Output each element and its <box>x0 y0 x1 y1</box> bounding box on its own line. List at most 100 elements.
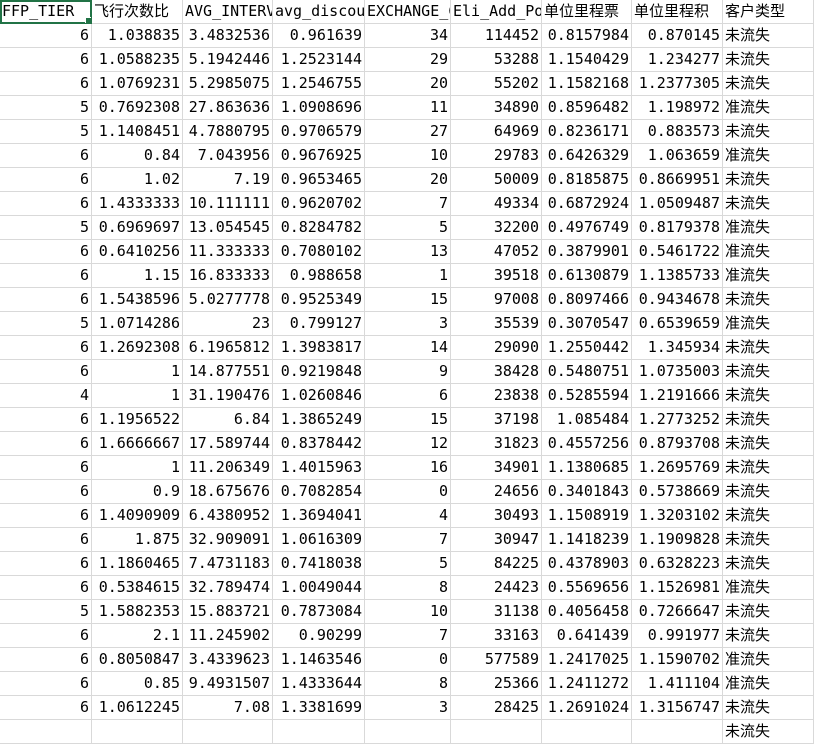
table-cell[interactable]: 0.6410256 <box>92 240 183 264</box>
table-cell[interactable]: 0.5738669 <box>632 480 723 504</box>
table-cell[interactable]: 0.8669951 <box>632 168 723 192</box>
table-cell[interactable]: 1.0908696 <box>273 96 365 120</box>
table-cell[interactable]: 未流失 <box>723 384 814 408</box>
table-cell[interactable]: 0.3879901 <box>542 240 632 264</box>
table-cell[interactable]: 53288 <box>451 48 542 72</box>
table-cell[interactable]: 1.3156747 <box>632 696 723 720</box>
table-cell[interactable]: 3.4832536 <box>183 24 273 48</box>
table-cell[interactable]: 34901 <box>451 456 542 480</box>
table-cell[interactable]: 6 <box>0 456 92 480</box>
table-cell[interactable]: 9.4931507 <box>183 672 273 696</box>
table-cell[interactable]: 6 <box>0 624 92 648</box>
table-cell[interactable]: 4 <box>0 384 92 408</box>
table-cell[interactable]: 1.0588235 <box>92 48 183 72</box>
table-cell[interactable]: 1.234277 <box>632 48 723 72</box>
table-cell[interactable]: 0.8185875 <box>542 168 632 192</box>
table-cell[interactable]: 4 <box>365 504 451 528</box>
header-cell[interactable]: 单位里程积 <box>632 0 723 24</box>
table-cell[interactable]: 29783 <box>451 144 542 168</box>
table-cell[interactable] <box>92 720 183 744</box>
table-cell[interactable]: 6 <box>0 192 92 216</box>
table-cell[interactable]: 未流失 <box>723 480 814 504</box>
table-cell[interactable]: 23 <box>183 312 273 336</box>
table-cell[interactable]: 6.1965812 <box>183 336 273 360</box>
table-cell[interactable]: 6 <box>0 576 92 600</box>
table-cell[interactable]: 未流失 <box>723 408 814 432</box>
table-cell[interactable]: 7 <box>365 192 451 216</box>
table-cell[interactable]: 1.1956522 <box>92 408 183 432</box>
table-cell[interactable]: 1.198972 <box>632 96 723 120</box>
table-cell[interactable]: 3 <box>365 312 451 336</box>
table-cell[interactable]: 15 <box>365 288 451 312</box>
table-cell[interactable]: 7.4731183 <box>183 552 273 576</box>
table-cell[interactable]: 1.1463546 <box>273 648 365 672</box>
table-cell[interactable]: 29 <box>365 48 451 72</box>
table-cell[interactable]: 6 <box>0 240 92 264</box>
table-cell[interactable]: 1.1860465 <box>92 552 183 576</box>
table-cell[interactable]: 准流失 <box>723 96 814 120</box>
table-cell[interactable]: 114452 <box>451 24 542 48</box>
table-cell[interactable]: 0.988658 <box>273 264 365 288</box>
table-cell[interactable]: 0.7082854 <box>273 480 365 504</box>
table-cell[interactable]: 6 <box>0 504 92 528</box>
table-cell[interactable]: 1.0260846 <box>273 384 365 408</box>
table-cell[interactable]: 5 <box>0 120 92 144</box>
table-cell[interactable]: 1.2523144 <box>273 48 365 72</box>
table-cell[interactable]: 5 <box>0 216 92 240</box>
table-cell[interactable]: 0.799127 <box>273 312 365 336</box>
table-cell[interactable]: 37198 <box>451 408 542 432</box>
table-cell[interactable]: 1.1385733 <box>632 264 723 288</box>
spreadsheet-grid[interactable]: FFP_TIER 飞行次数比 AVG_INTERV avg_discou EXCHANG… <box>0 0 814 744</box>
table-cell[interactable]: 1.4333333 <box>92 192 183 216</box>
table-cell[interactable]: 11.333333 <box>183 240 273 264</box>
table-cell[interactable]: 6 <box>0 552 92 576</box>
table-cell[interactable]: 97008 <box>451 288 542 312</box>
table-cell[interactable]: 1.038835 <box>92 24 183 48</box>
table-cell[interactable]: 准流失 <box>723 240 814 264</box>
table-cell[interactable]: 0.84 <box>92 144 183 168</box>
table-cell[interactable]: 0.7873084 <box>273 600 365 624</box>
table-cell[interactable]: 0.8236171 <box>542 120 632 144</box>
table-cell[interactable]: 0.4378903 <box>542 552 632 576</box>
table-cell[interactable]: 10 <box>365 144 451 168</box>
table-cell[interactable]: 准流失 <box>723 672 814 696</box>
table-cell[interactable]: 1.085484 <box>542 408 632 432</box>
table-cell[interactable]: 准流失 <box>723 576 814 600</box>
table-cell[interactable]: 1.5438596 <box>92 288 183 312</box>
table-cell[interactable]: 5 <box>0 600 92 624</box>
table-cell[interactable]: 1.3983817 <box>273 336 365 360</box>
table-cell[interactable]: 1.2550442 <box>542 336 632 360</box>
table-cell[interactable]: 1 <box>365 264 451 288</box>
table-cell[interactable]: 1.6666667 <box>92 432 183 456</box>
table-cell[interactable] <box>542 720 632 744</box>
table-cell[interactable]: 13.054545 <box>183 216 273 240</box>
table-cell[interactable]: 20 <box>365 72 451 96</box>
table-cell[interactable]: 31138 <box>451 600 542 624</box>
table-cell[interactable]: 6 <box>0 432 92 456</box>
table-cell[interactable]: 准流失 <box>723 216 814 240</box>
table-cell[interactable]: 64969 <box>451 120 542 144</box>
table-cell[interactable]: 1.2773252 <box>632 408 723 432</box>
table-cell[interactable]: 34890 <box>451 96 542 120</box>
table-cell[interactable]: 1.15 <box>92 264 183 288</box>
table-cell[interactable]: 0.6426329 <box>542 144 632 168</box>
table-cell[interactable]: 7 <box>365 624 451 648</box>
table-cell[interactable]: 1.2695769 <box>632 456 723 480</box>
table-cell[interactable]: 5 <box>0 312 92 336</box>
table-cell[interactable]: 0.8793708 <box>632 432 723 456</box>
table-cell[interactable]: 8 <box>365 576 451 600</box>
table-cell[interactable]: 0.8378442 <box>273 432 365 456</box>
table-cell[interactable]: 0.5461722 <box>632 240 723 264</box>
table-cell[interactable]: 未流失 <box>723 456 814 480</box>
table-cell[interactable]: 1.063659 <box>632 144 723 168</box>
table-cell[interactable]: 1.0714286 <box>92 312 183 336</box>
table-cell[interactable] <box>451 720 542 744</box>
table-cell[interactable]: 0.6539659 <box>632 312 723 336</box>
table-cell[interactable]: 0.4056458 <box>542 600 632 624</box>
table-cell[interactable]: 1.4333644 <box>273 672 365 696</box>
table-cell[interactable]: 0.9 <box>92 480 183 504</box>
table-cell[interactable]: 0 <box>365 648 451 672</box>
table-cell[interactable]: 0.870145 <box>632 24 723 48</box>
table-cell[interactable]: 14 <box>365 336 451 360</box>
table-cell[interactable]: 31.190476 <box>183 384 273 408</box>
